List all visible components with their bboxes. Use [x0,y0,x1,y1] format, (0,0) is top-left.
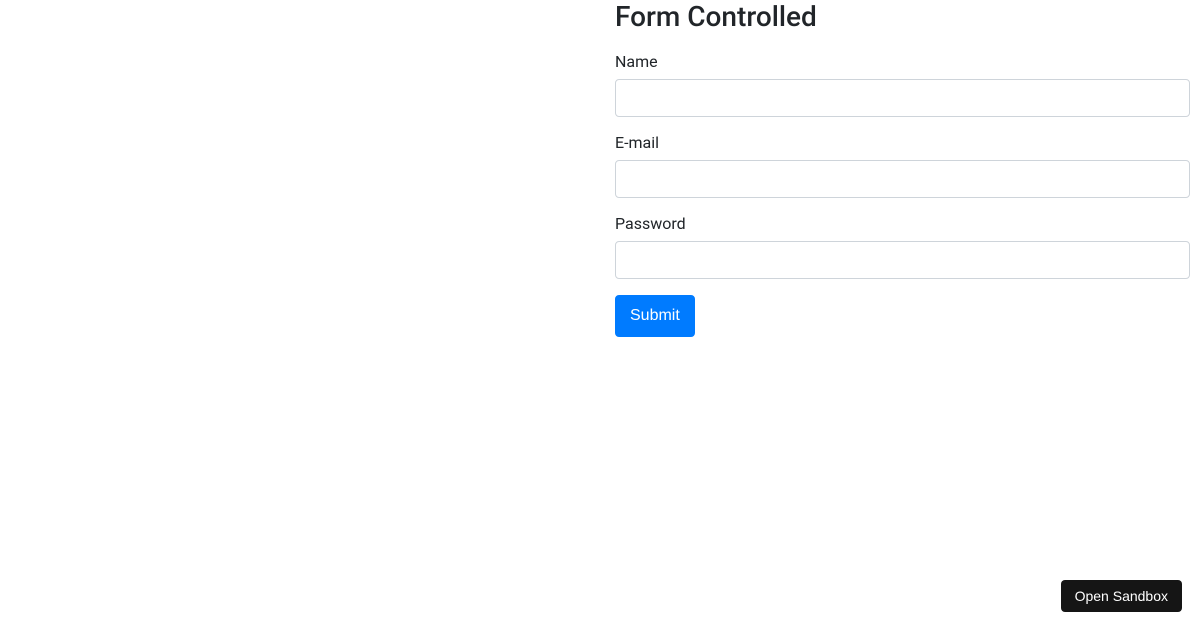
name-field[interactable] [615,79,1190,117]
form-container: Form Controlled Name E-mail Password Sub… [615,0,1190,337]
email-label: E-mail [615,133,1190,152]
form-group-name: Name [615,52,1190,117]
form-group-email: E-mail [615,133,1190,198]
page-title: Form Controlled [615,0,1190,34]
submit-button[interactable]: Submit [615,295,695,337]
open-sandbox-button[interactable]: Open Sandbox [1061,580,1182,612]
password-field[interactable] [615,241,1190,279]
password-label: Password [615,214,1190,233]
name-label: Name [615,52,1190,71]
email-field[interactable] [615,160,1190,198]
form-group-password: Password [615,214,1190,279]
